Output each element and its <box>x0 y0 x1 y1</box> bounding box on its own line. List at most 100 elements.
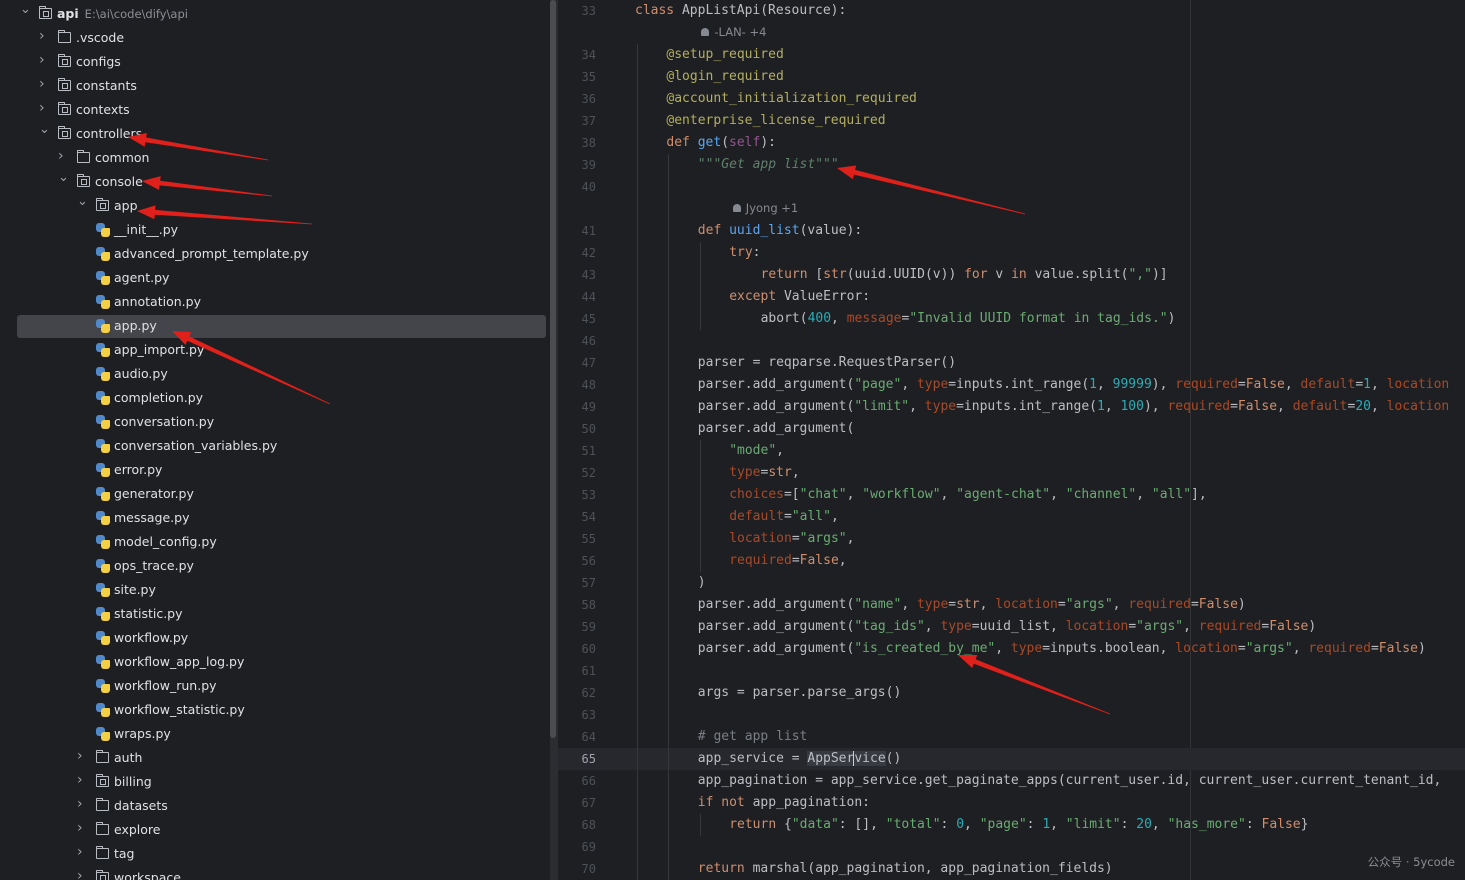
code-line[interactable]: 51 "mode", <box>558 440 1465 462</box>
author-inlay-hint[interactable]: Jyong +1 <box>732 201 798 215</box>
chevron-down-icon[interactable]: ⌄ <box>20 3 31 16</box>
tree-file-error-py[interactable]: error.py <box>0 458 550 482</box>
code-line[interactable]: 45 abort(400, message="Invalid UUID forma… <box>558 308 1465 330</box>
tree-file-generator-py[interactable]: generator.py <box>0 482 550 506</box>
tree-file-message-py[interactable]: message.py <box>0 506 550 530</box>
tree-file-app-py[interactable]: app.py <box>0 314 550 338</box>
code-line[interactable]: 70 return marshal(app_pagination, app_pag… <box>558 858 1465 880</box>
chevron-right-icon[interactable]: › <box>39 77 49 91</box>
code-line[interactable]: 64 # get app list <box>558 726 1465 748</box>
author-inlay-hint[interactable]: -LAN- +4 <box>701 25 766 39</box>
chevron-right-icon[interactable]: › <box>39 101 49 115</box>
python-file-icon <box>96 511 110 525</box>
code-line[interactable]: 49 parser.add_argument("limit", type=inpu… <box>558 396 1465 418</box>
tree-folder-vscode[interactable]: › .vscode <box>0 26 550 50</box>
tree-file-ops-trace-py[interactable]: ops_trace.py <box>0 554 550 578</box>
tree-file-workflow-app-log-py[interactable]: workflow_app_log.py <box>0 650 550 674</box>
code-line[interactable]: 33 class AppListApi(Resource): <box>558 0 1465 22</box>
project-tree-scrollbar[interactable] <box>550 0 556 738</box>
chevron-down-icon[interactable]: ⌄ <box>77 195 88 208</box>
tree-folder-api[interactable]: ⌄ api E:\ai\code\dify\api <box>0 2 550 26</box>
code-line[interactable]: 61 <box>558 660 1465 682</box>
tree-folder-auth[interactable]: › auth <box>0 746 550 770</box>
code-line[interactable]: 60 parser.add_argument("is_created_by_me"… <box>558 638 1465 660</box>
tree-file-workflow-run-py[interactable]: workflow_run.py <box>0 674 550 698</box>
code-line[interactable]: 48 parser.add_argument("page", type=input… <box>558 374 1465 396</box>
tree-file-annotation-py[interactable]: annotation.py <box>0 290 550 314</box>
code-line[interactable]: 35 @login_required <box>558 66 1465 88</box>
chevron-down-icon[interactable]: ⌄ <box>58 171 69 184</box>
tree-file-site-py[interactable]: site.py <box>0 578 550 602</box>
chevron-right-icon[interactable]: › <box>77 797 87 811</box>
tree-file-completion-py[interactable]: completion.py <box>0 386 550 410</box>
code-line[interactable]: 52 type=str, <box>558 462 1465 484</box>
code-line[interactable]: 65 app_service = AppService() <box>558 748 1465 770</box>
code-line[interactable]: 62 args = parser.parse_args() <box>558 682 1465 704</box>
chevron-right-icon[interactable]: › <box>39 29 49 43</box>
tree-folder-datasets[interactable]: › datasets <box>0 794 550 818</box>
code-line[interactable]: 63 <box>558 704 1465 726</box>
tree-folder-workspace[interactable]: › workspace <box>0 866 550 880</box>
tree-folder-app[interactable]: ⌄ app <box>0 194 550 218</box>
chevron-right-icon[interactable]: › <box>77 845 87 859</box>
tree-folder-tag[interactable]: › tag <box>0 842 550 866</box>
code-line[interactable]: 55 location="args", <box>558 528 1465 550</box>
tree-file-model-config-py[interactable]: model_config.py <box>0 530 550 554</box>
code-line[interactable]: 53 choices=["chat", "workflow", "agent-ch… <box>558 484 1465 506</box>
code-line[interactable]: 37 @enterprise_license_required <box>558 110 1465 132</box>
code-line[interactable]: 41 def uuid_list(value): <box>558 220 1465 242</box>
chevron-right-icon[interactable]: › <box>77 869 87 880</box>
tree-file-conversation-py[interactable]: conversation.py <box>0 410 550 434</box>
tree-folder-billing[interactable]: › billing <box>0 770 550 794</box>
tree-file-statistic-py[interactable]: statistic.py <box>0 602 550 626</box>
line-number: 33 <box>581 4 596 18</box>
code-line[interactable]: 50 parser.add_argument( <box>558 418 1465 440</box>
chevron-down-icon[interactable]: ⌄ <box>39 123 50 136</box>
project-tree: ⌄ api E:\ai\code\dify\api › .vscode › configs ›… <box>0 0 550 880</box>
tree-file-agent-py[interactable]: agent.py <box>0 266 550 290</box>
code-line[interactable]: 54 default="all", <box>558 506 1465 528</box>
chevron-right-icon[interactable]: › <box>58 149 68 163</box>
code-line[interactable]: 42 try: <box>558 242 1465 264</box>
tree-file-advanced-prompt-template-py[interactable]: advanced_prompt_template.py <box>0 242 550 266</box>
code-line[interactable]: 59 parser.add_argument("tag_ids", type=uu… <box>558 616 1465 638</box>
chevron-right-icon[interactable]: › <box>77 749 87 763</box>
tree-file-audio-py[interactable]: audio.py <box>0 362 550 386</box>
tree-folder-explore[interactable]: › explore <box>0 818 550 842</box>
code-line[interactable]: 36 @account_initialization_required <box>558 88 1465 110</box>
tree-file-app-import-py[interactable]: app_import.py <box>0 338 550 362</box>
code-line[interactable]: 68 return {"data": [], "total": 0, "page"… <box>558 814 1465 836</box>
tree-folder-configs[interactable]: › configs <box>0 50 550 74</box>
tree-folder-controllers[interactable]: ⌄ controllers <box>0 122 550 146</box>
code-line[interactable]: 69 <box>558 836 1465 858</box>
code-line[interactable]: 47 parser = reqparse.RequestParser() <box>558 352 1465 374</box>
code-line[interactable]: 57) <box>558 572 1465 594</box>
code-editor[interactable]: 33 class AppListApi(Resource): -LAN- +4 34 @… <box>558 0 1465 880</box>
tree-file-workflow-statistic-py[interactable]: workflow_statistic.py <box>0 698 550 722</box>
tree-file-init-py[interactable]: __init__.py <box>0 218 550 242</box>
tree-file-wraps-py[interactable]: wraps.py <box>0 722 550 746</box>
chevron-right-icon[interactable]: › <box>77 773 87 787</box>
tree-folder-console[interactable]: ⌄ console <box>0 170 550 194</box>
tree-file-conversation-variables-py[interactable]: conversation_variables.py <box>0 434 550 458</box>
code-line[interactable]: 43 return [str(uuid.UUID(v)) for v in val… <box>558 264 1465 286</box>
code-line[interactable]: 44 except ValueError: <box>558 286 1465 308</box>
chevron-right-icon[interactable]: › <box>39 53 49 67</box>
tree-file-workflow-py[interactable]: workflow.py <box>0 626 550 650</box>
tree-folder-contexts[interactable]: › contexts <box>0 98 550 122</box>
code-line[interactable]: 34 @setup_required <box>558 44 1465 66</box>
code-line[interactable]: 58 parser.add_argument("name", type=str, … <box>558 594 1465 616</box>
code-line[interactable]: 56 required=False, <box>558 550 1465 572</box>
tree-folder-common[interactable]: › common <box>0 146 550 170</box>
code-line[interactable]: 67 if not app_pagination: <box>558 792 1465 814</box>
code-line[interactable]: 66 app_pagination = app_service.get_pagin… <box>558 770 1465 792</box>
code-text: def uuid_list(value): <box>697 223 863 238</box>
line-number: 60 <box>581 642 596 656</box>
code-line[interactable]: 39 """Get app list""" <box>558 154 1465 176</box>
chevron-right-icon[interactable]: › <box>77 821 87 835</box>
code-line[interactable]: 38 def get(self): <box>558 132 1465 154</box>
code-line[interactable]: 46 <box>558 330 1465 352</box>
code-text: abort(400, message="Invalid UUID format … <box>760 311 1176 326</box>
code-line[interactable]: 40 <box>558 176 1465 198</box>
tree-folder-constants[interactable]: › constants <box>0 74 550 98</box>
